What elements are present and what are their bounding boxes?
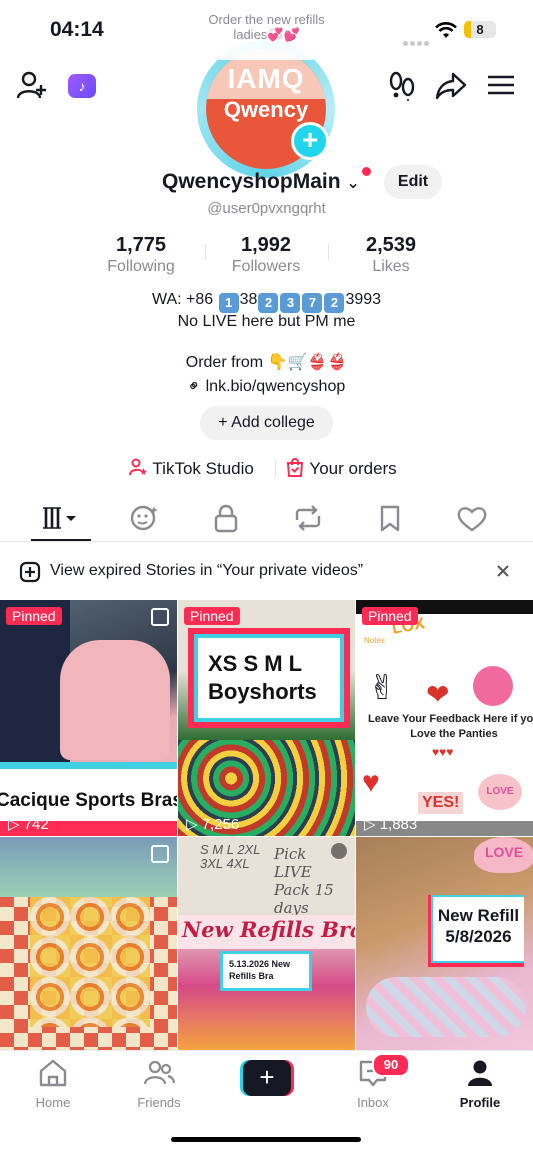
love-heart-sticker: LOVE: [474, 837, 533, 873]
avatar-text-top: IAMQ: [227, 63, 305, 94]
video-thumbnail[interactable]: XS S M L Boyshorts Pinned 7,256: [178, 600, 355, 836]
heart-icon: ♥: [362, 766, 380, 799]
peace-hand-icon: ✌: [368, 669, 397, 707]
tiktok-app-icon[interactable]: ♪: [68, 74, 96, 98]
tab-divider: [0, 541, 533, 542]
home-indicator: [171, 1137, 361, 1142]
nav-profile[interactable]: Profile: [440, 1058, 520, 1110]
tab-private-lock-icon[interactable]: [206, 503, 246, 533]
username-handle: @user0pvxngqrht: [207, 200, 326, 217]
tab-reposts-icon[interactable]: [288, 503, 328, 533]
pinned-badge: Pinned: [184, 607, 240, 625]
video-thumbnail[interactable]: [0, 837, 177, 1050]
status-time: 04:14: [50, 18, 104, 41]
multi-photo-icon: [151, 845, 169, 863]
profile-note-bubble[interactable]: Order the new refills ladies💞💕: [208, 8, 325, 60]
profile-name[interactable]: QwencyshopMain ⌄: [162, 170, 360, 194]
view-count: 1,883: [364, 815, 418, 833]
share-icon[interactable]: [434, 68, 468, 102]
studio-person-icon: [129, 458, 147, 476]
shopping-bag-icon: [286, 458, 304, 477]
chevron-down-icon[interactable]: ⌄: [346, 175, 359, 192]
avatar-text-bottom: Qwency: [223, 97, 309, 122]
video-caption: XS S M L Boyshorts: [208, 651, 317, 704]
friends-icon: [143, 1060, 176, 1085]
winged-heart-icon: ❤: [426, 679, 450, 710]
multi-photo-icon: [151, 608, 169, 626]
bio-phone-line: WA: +86 1 38 2 3 7 2 3993: [0, 289, 533, 313]
video-caption: Cacique Sports Bras: [0, 790, 177, 811]
add-story-plus-icon[interactable]: +: [291, 122, 329, 160]
battery-icon: 8: [464, 21, 496, 38]
edit-profile-button[interactable]: Edit: [384, 165, 442, 199]
plus-icon: +: [243, 1060, 291, 1096]
tab-liked-heart-icon[interactable]: [452, 503, 492, 533]
profile-icon: [468, 1060, 492, 1086]
add-college-button[interactable]: + Add college: [200, 406, 333, 440]
plus-icon: +: [218, 414, 232, 431]
your-orders-link[interactable]: Your orders: [285, 457, 397, 479]
notification-dot: [362, 167, 371, 176]
stat-following[interactable]: 1,775 Following: [81, 234, 201, 276]
heart-face-icon: [473, 666, 513, 706]
video-subcaption: 5.13.2026 New Refills Bra: [223, 954, 309, 988]
add-friend-icon[interactable]: [15, 68, 49, 102]
row-divider: [275, 460, 276, 477]
bio-line: Order from 👇🛒👙👙: [185, 354, 348, 371]
video-caption: New Refills Bras: [182, 917, 355, 942]
nav-friends[interactable]: Friends: [119, 1058, 199, 1110]
inbox-badge: 90: [372, 1053, 410, 1077]
love-sticker: LOVE: [478, 774, 522, 810]
video-thumbnail[interactable]: LOVE New Refill 5/8/2026: [356, 837, 533, 1050]
video-thumbnail[interactable]: Notes LOX ✌ ❤ Leave Your Feedback Here i…: [356, 600, 533, 836]
tab-favorites-bookmark-icon[interactable]: [370, 503, 410, 533]
video-caption: Leave Your Feedback Here if you Love the…: [368, 713, 533, 740]
tab-videos-grid-icon[interactable]: [38, 503, 78, 533]
tiktok-studio-link[interactable]: TikTok Studio: [128, 457, 254, 479]
close-icon[interactable]: [495, 563, 511, 579]
stat-followers[interactable]: 1,992 Followers: [206, 234, 326, 276]
view-count: 7,256: [186, 815, 240, 833]
video-thumbnail[interactable]: S M L 2XL 3XL 4XL Pick LIVE Pack 15 days…: [178, 837, 355, 1050]
yes-sticker: YES!: [418, 792, 464, 814]
lock-icon: [331, 843, 347, 859]
banner-text: View expired Stories in “Your private vi…: [50, 562, 364, 579]
video-thumbnail[interactable]: Cacique Sports Bras Pinned 742: [0, 600, 177, 836]
view-count: 742: [8, 815, 49, 833]
footprint-icon[interactable]: [386, 68, 420, 102]
hearts-icon: ♥♥♥: [432, 745, 454, 759]
pinned-badge: Pinned: [362, 607, 418, 625]
tab-reposts-ai-icon[interactable]: [124, 503, 164, 533]
stat-divider: [328, 244, 329, 260]
handwritten-sizes-note: S M L 2XL 3XL 4XL: [200, 842, 261, 871]
menu-icon[interactable]: [484, 68, 518, 102]
wifi-icon: [435, 22, 457, 38]
stat-likes[interactable]: 2,539 Likes: [331, 234, 451, 276]
cellular-signal-icon: [403, 33, 431, 51]
video-caption: New Refill 5/8/2026: [433, 897, 524, 961]
home-icon: [39, 1059, 67, 1087]
bio-line: No LIVE here but PM me: [177, 313, 356, 330]
add-square-icon: [19, 561, 41, 583]
link-icon: ⚭: [183, 375, 206, 398]
pinned-badge: Pinned: [6, 607, 62, 625]
create-post-button[interactable]: +: [240, 1060, 294, 1096]
bio-link[interactable]: ⚭ lnk.bio/qwencyshop: [0, 375, 533, 398]
notes-back-label: Notes: [364, 636, 385, 645]
nav-home[interactable]: Home: [13, 1058, 93, 1110]
